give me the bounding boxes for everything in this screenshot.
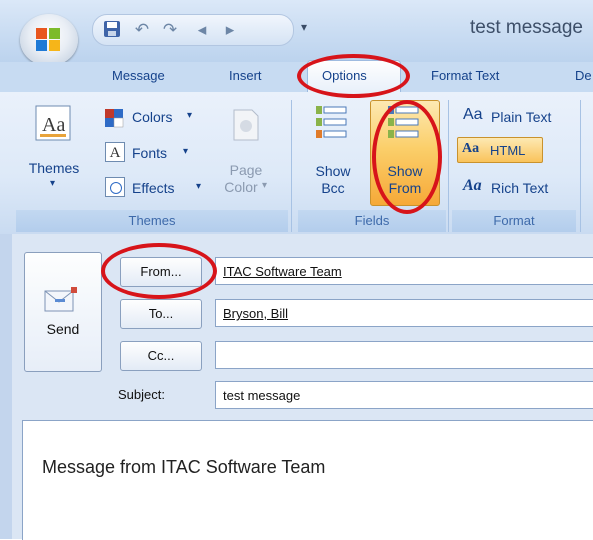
tab-insert[interactable]: Insert	[229, 68, 262, 83]
annotation-oval-options-tab	[297, 54, 410, 98]
html-label: HTML	[490, 143, 526, 158]
from-field[interactable]: ITAC Software Team	[215, 257, 593, 285]
subject-field[interactable]: test message	[215, 381, 593, 409]
customize-toolbar-button[interactable]: ▾	[297, 20, 311, 34]
tab-developer[interactable]: De	[575, 68, 592, 83]
format-group-caption: Format	[452, 210, 576, 232]
colors-dropdown-icon: ▾	[187, 110, 193, 121]
group-separator	[580, 100, 581, 232]
show-bcc-label-1: Show	[315, 163, 351, 179]
message-body[interactable]	[22, 420, 593, 540]
page-color-button[interactable]: Color	[214, 179, 268, 196]
themes-button[interactable]: Themes	[26, 160, 82, 177]
window-title: test message	[470, 17, 583, 38]
redo-icon[interactable]: ↷	[159, 19, 181, 41]
tab-message[interactable]: Message	[112, 68, 165, 83]
html-icon: Aa	[462, 141, 480, 156]
send-envelope-icon	[44, 287, 77, 312]
themes-icon: Aa	[34, 104, 74, 144]
effects-icon	[105, 177, 125, 197]
to-button[interactable]: To...	[120, 299, 202, 329]
to-field[interactable]: Bryson, Bill	[215, 299, 593, 327]
fields-group-caption: Fields	[298, 210, 446, 232]
undo-icon[interactable]: ↶	[131, 19, 153, 41]
plain-text-button[interactable]: Plain Text	[491, 109, 551, 125]
annotation-oval-from-button	[101, 243, 217, 299]
message-body-text: Message from ITAC Software Team	[42, 457, 326, 477]
tab-format-text[interactable]: Format Text	[431, 68, 499, 83]
send-button[interactable]: Send	[24, 252, 102, 372]
colors-button[interactable]: Colors	[132, 109, 172, 125]
fonts-dropdown-icon: ▾	[183, 146, 189, 157]
show-bcc-icon	[314, 104, 352, 148]
quick-access-toolbar: ↶ ↷ ◂ ▸	[92, 14, 294, 46]
effects-dropdown-icon: ▾	[196, 181, 202, 192]
annotation-oval-show-from	[372, 100, 442, 214]
themes-dropdown-icon: ▾	[50, 178, 56, 189]
effects-button[interactable]: Effects	[132, 180, 175, 196]
show-bcc-button[interactable]: Bcc	[308, 180, 358, 197]
cc-field[interactable]	[215, 341, 593, 369]
plain-text-icon: Aa	[463, 106, 483, 123]
office-button[interactable]	[20, 14, 78, 66]
svg-text:Aa: Aa	[42, 114, 65, 136]
previous-item-icon[interactable]: ◂	[191, 19, 213, 41]
page-color-icon	[226, 104, 266, 144]
group-separator	[448, 100, 449, 232]
page-color-dropdown-icon: ▾	[262, 180, 268, 191]
office-logo-icon	[36, 28, 60, 51]
themes-group-caption: Themes	[16, 210, 288, 232]
send-label: Send	[46, 321, 80, 337]
cc-button[interactable]: Cc...	[120, 341, 202, 371]
rich-text-icon: Aa	[463, 177, 482, 194]
page-color-label-1: Page	[229, 162, 263, 178]
subject-label: Subject:	[118, 387, 165, 402]
rich-text-button[interactable]: Rich Text	[491, 180, 548, 196]
next-item-icon[interactable]: ▸	[219, 19, 241, 41]
save-icon[interactable]	[101, 19, 123, 41]
fonts-icon: A	[105, 142, 125, 162]
colors-icon	[104, 108, 124, 128]
fonts-button[interactable]: Fonts	[132, 145, 167, 161]
group-separator	[291, 100, 292, 232]
